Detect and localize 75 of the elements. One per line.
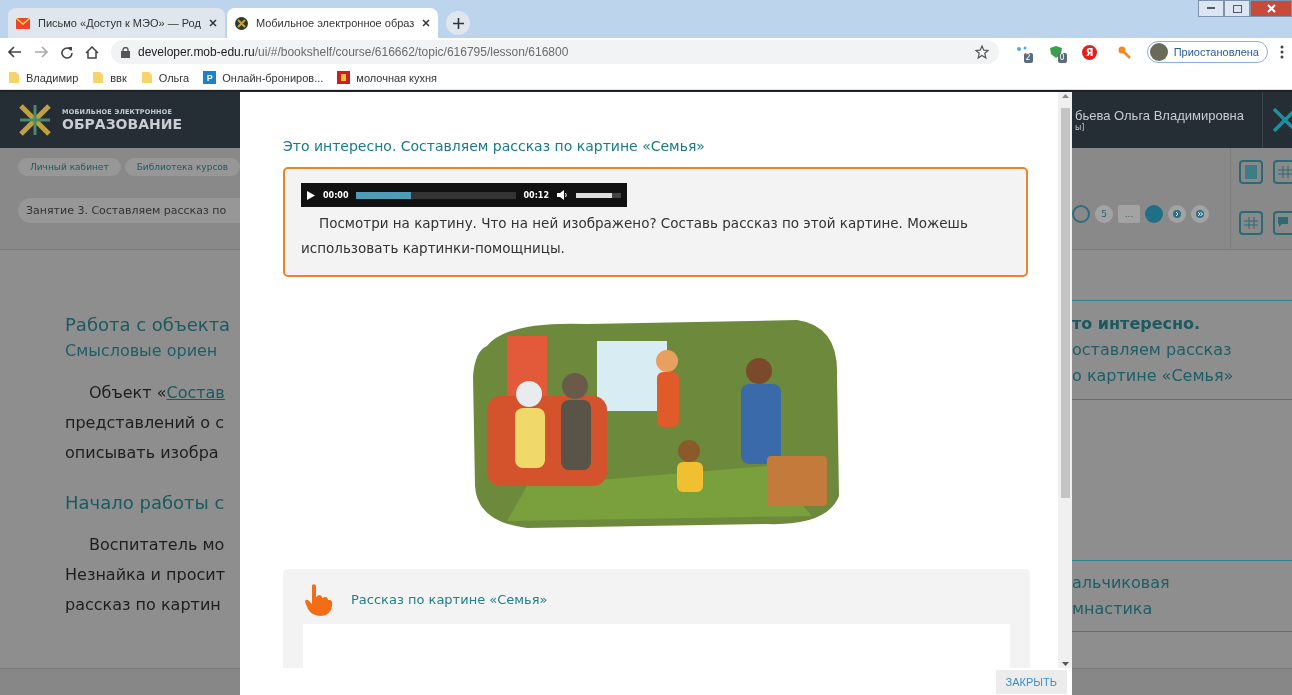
reload-icon[interactable] — [60, 45, 73, 59]
bookmark-link[interactable]: Владимир — [26, 71, 79, 84]
address-field[interactable]: developer.mob-edu.ru/ui/#/bookshelf/course/616662/topic/616795/lesson/616800 — [111, 40, 999, 64]
user-name: бьева Ольга Владимировна — [1075, 108, 1245, 123]
section-subheading: Смысловые ориен — [65, 340, 219, 362]
lock-icon — [121, 46, 130, 58]
chevron-right-icon — [1173, 209, 1181, 218]
play-icon[interactable] — [307, 190, 315, 200]
minimize-icon — [1207, 7, 1215, 10]
logo-title: ОБРАЗОВАНИЕ — [62, 116, 183, 132]
current-page-dot[interactable] — [1145, 204, 1163, 223]
scroll-down-icon[interactable] — [1061, 662, 1069, 666]
scroll-up-icon[interactable] — [1061, 94, 1069, 98]
site-logo-icon — [234, 16, 248, 30]
site-icon: P — [203, 71, 217, 84]
minimize-button[interactable] — [1198, 0, 1224, 17]
logo-icon — [18, 103, 52, 137]
breadcrumb-link[interactable]: Личный кабинет — [18, 158, 121, 176]
duration-time: 00:12 — [523, 190, 549, 200]
volume-icon[interactable] — [557, 190, 568, 200]
folder-icon — [92, 71, 105, 84]
avatar-icon — [1149, 43, 1168, 61]
browser-tab[interactable]: Мобильное электронное образ — [226, 8, 439, 38]
related-text: оставляем рассказ — [1072, 339, 1233, 361]
related-text: мнастика — [1072, 598, 1154, 620]
lesson-selector[interactable]: Занятие 3. Составляем рассказ по — [18, 198, 240, 223]
paragraph-text: представлений о с — [65, 412, 225, 434]
page-button[interactable]: 5 — [1095, 204, 1113, 223]
back-icon[interactable] — [8, 46, 22, 58]
emblem-icon — [337, 71, 351, 84]
bookmark-link[interactable]: ввк — [110, 71, 127, 84]
audio-player[interactable]: 00:00 00:12 — [301, 183, 627, 207]
paragraph-text: Незнайка и просит — [65, 564, 226, 586]
task-text: Посмотри на картину. Что на ней изображено? Составь рассказ по этой картине. Можешь использовать картинки-помощницы. — [301, 214, 969, 258]
related-text: о картине «Семья» — [1072, 365, 1235, 387]
menu-icon[interactable] — [1280, 45, 1284, 59]
volume-slider[interactable] — [576, 192, 621, 198]
folder-icon — [8, 71, 20, 84]
hint-title: Рассказ по картине «Семья» — [351, 592, 548, 607]
related-title: то интересно. — [1072, 313, 1202, 335]
restore-button[interactable] — [1224, 0, 1250, 17]
close-icon — [1266, 4, 1276, 13]
pointing-hand-icon — [303, 582, 333, 617]
restore-icon — [1232, 4, 1242, 13]
close-tab-icon[interactable] — [422, 19, 431, 27]
close-tab-icon[interactable] — [208, 19, 217, 27]
current-time: 00:00 — [323, 190, 349, 200]
last-page-button[interactable] — [1191, 204, 1209, 223]
dialog-title: Это интересно. Составляем рассказ по картине «Семья» — [283, 137, 706, 155]
paragraph-text: рассказ по картин — [65, 594, 222, 616]
bookmark-link[interactable]: Онлайн-брониров... — [222, 71, 324, 84]
plus-icon — [452, 17, 464, 29]
close-button[interactable]: ЗАКРЫТЬ — [995, 669, 1067, 694]
paragraph-text: Объект «Состав — [88, 382, 226, 404]
double-chevron-icon — [1196, 209, 1204, 218]
close-window-button[interactable] — [1250, 0, 1292, 17]
related-text: альчиковая — [1072, 572, 1171, 594]
bookmark-link[interactable]: Ольга — [158, 71, 190, 84]
folder-icon — [140, 71, 153, 84]
scrollbar[interactable] — [1058, 92, 1072, 668]
user-role: ы] — [1075, 123, 1086, 132]
browser-tab[interactable]: Письмо «Доступ к МЭО» — Род — [8, 8, 225, 38]
page-button[interactable]: ... — [1118, 204, 1140, 223]
home-icon[interactable] — [85, 45, 99, 59]
section-heading: Начало работы с — [65, 491, 226, 515]
new-tab-button[interactable] — [446, 11, 471, 35]
paragraph-text: описывать изобра — [65, 442, 220, 464]
section-heading: Работа с объекта — [65, 313, 232, 337]
star-icon[interactable] — [974, 45, 989, 59]
close-icon[interactable] — [1272, 107, 1292, 133]
paragraph-text: Воспитатель мо — [88, 534, 226, 556]
audio-progress[interactable] — [356, 191, 516, 199]
bookmark-link[interactable]: молочная кухня — [356, 71, 438, 84]
breadcrumb-link[interactable]: Библиотека курсов — [124, 158, 240, 176]
envelope-icon — [16, 17, 30, 29]
